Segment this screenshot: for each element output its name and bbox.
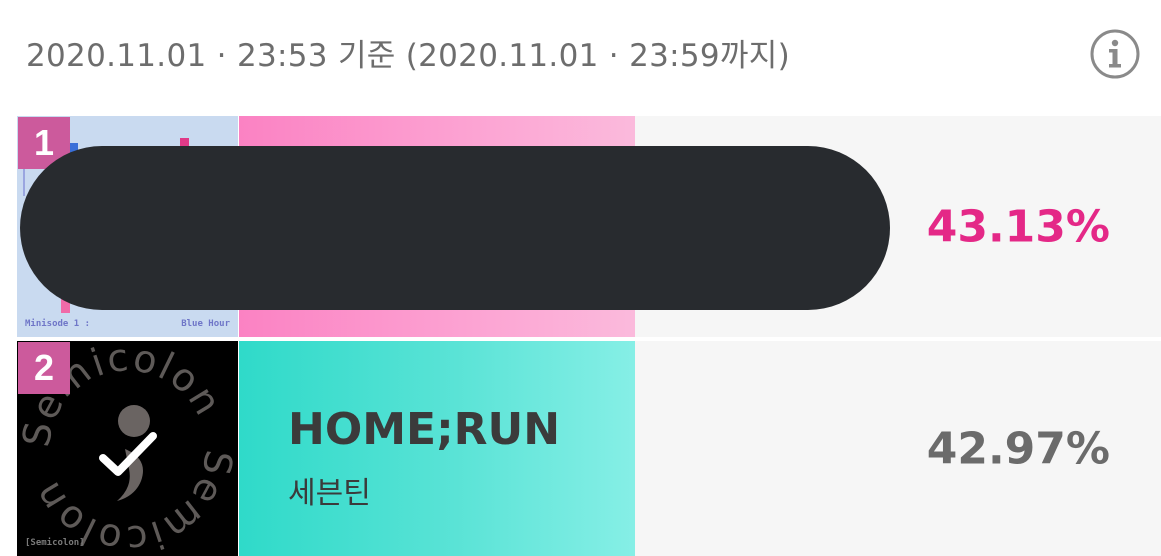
vote-timestamp: 2020.11.01 · 23:53 기준 (2020.11.01 · 23:5… <box>26 38 790 74</box>
vote-percent: 42.97% <box>926 423 1110 474</box>
rank-badge: 2 <box>18 342 70 394</box>
song-title: HOME;RUN <box>288 404 561 455</box>
album-caption-left: Minisode 1 : <box>25 319 91 329</box>
redaction-overlay <box>20 146 890 310</box>
percent-area: 42.97% <box>635 341 1161 556</box>
album-cover-2: Semicolon Semicolon [Semicolon] 2 <box>17 341 238 556</box>
album-caption-2: [Semicolon] <box>25 538 85 548</box>
song-artist: 세븐틴 <box>288 476 371 511</box>
album-caption-right: Blue Hour <box>181 319 230 329</box>
vote-ranking-page: 2020.11.01 · 23:53 기준 (2020.11.01 · 23:5… <box>0 0 1161 556</box>
ranking-row-2[interactable]: Semicolon Semicolon [Semicolon] 2 HOME;R… <box>17 341 1161 556</box>
info-icon[interactable] <box>1089 28 1141 80</box>
vote-percent: 43.13% <box>926 201 1110 252</box>
